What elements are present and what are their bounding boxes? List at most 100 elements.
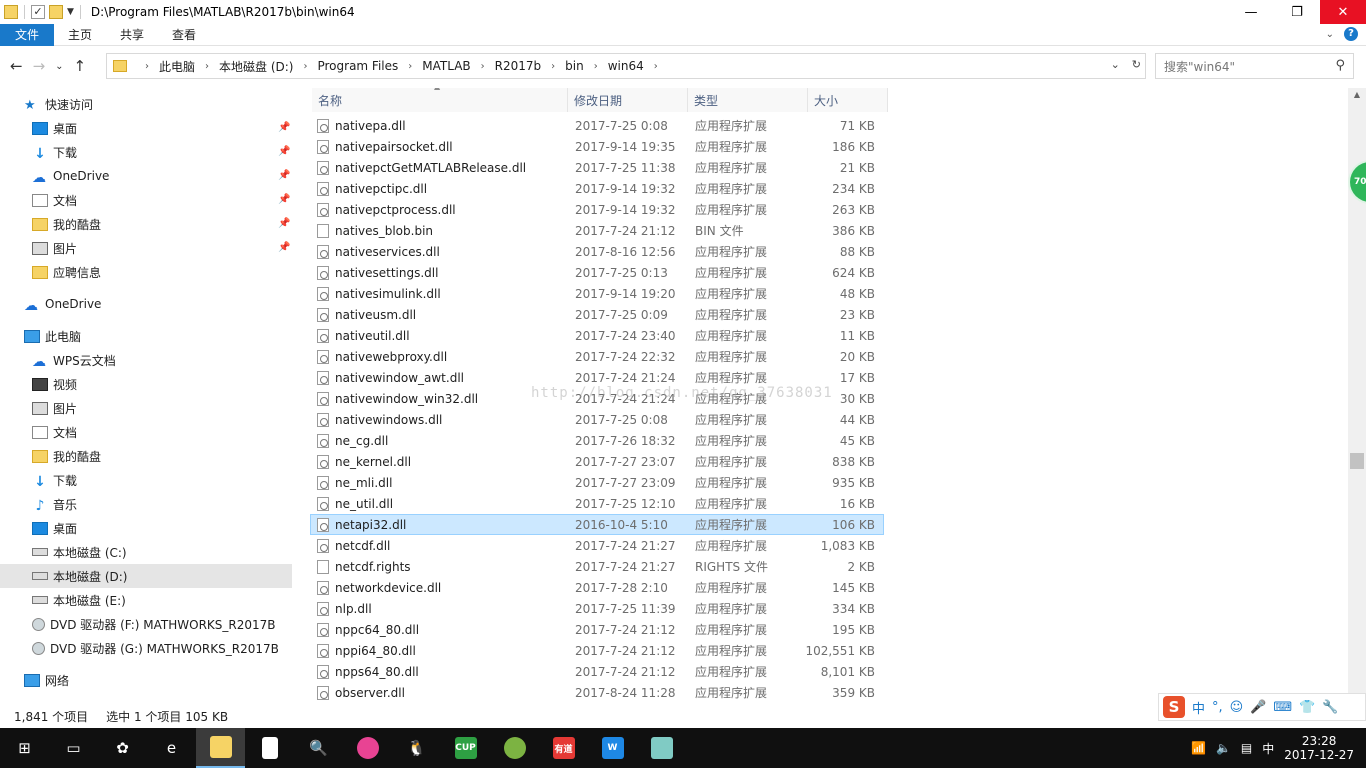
nav-item-desktop[interactable]: 桌面 — [32, 116, 77, 140]
address-bar[interactable]: › 此电脑 › 本地磁盘 (D:) › Program Files › MATL… — [106, 53, 1146, 79]
forward-arrow-icon[interactable]: → — [33, 57, 46, 75]
table-row[interactable]: nativeusm.dll 2017-7-25 0:09 应用程序扩展 23 KB — [310, 304, 884, 325]
table-row[interactable]: nativesettings.dll 2017-7-25 0:13 应用程序扩展 62… — [310, 262, 884, 283]
nav-item-kupan[interactable]: 我的酷盘 — [32, 212, 101, 236]
wps-writer-icon[interactable]: W — [588, 728, 637, 768]
nav-item-pc-downloads[interactable]: ↓ 下载 — [32, 468, 77, 492]
expand-ribbon-icon[interactable]: ⌄ — [1326, 29, 1334, 40]
volume-icon[interactable]: 🔈 — [1216, 741, 1231, 755]
tray-ime[interactable]: 中 — [1262, 740, 1274, 757]
nav-item-pc-documents[interactable]: 文档 — [32, 420, 77, 444]
pin-icon[interactable]: 📌 — [278, 146, 290, 157]
properties-icon[interactable]: ✓ — [31, 5, 45, 19]
tab-share[interactable]: 共享 — [106, 24, 158, 46]
qq-icon[interactable]: 🐧 — [392, 728, 441, 768]
table-row[interactable]: npps64_80.dll 2017-7-24 21:12 应用程序扩展 8,101 … — [310, 661, 884, 682]
nav-item-dvd-f[interactable]: DVD 驱动器 (F:) MATHWORKS_R2017B — [32, 612, 276, 636]
tab-home[interactable]: 主页 — [54, 24, 106, 46]
nav-item-pc-pictures[interactable]: 图片 — [32, 396, 77, 420]
back-arrow-icon[interactable]: ← — [10, 57, 23, 75]
table-row[interactable]: nativepctGetMATLABRelease.dll 2017-7-25 1… — [310, 157, 884, 178]
nav-item-drive-e[interactable]: 本地磁盘 (E:) — [32, 588, 126, 612]
column-name[interactable]: 名称 ▲ — [312, 88, 568, 112]
table-row[interactable]: nppc64_80.dll 2017-7-24 21:12 应用程序扩展 195 KB — [310, 619, 884, 640]
minimize-button[interactable]: — — [1228, 0, 1274, 24]
table-row[interactable]: nativeservices.dll 2017-8-16 12:56 应用程序扩展 8… — [310, 241, 884, 262]
chevron-right-icon[interactable]: › — [594, 61, 598, 72]
table-row[interactable]: ne_cg.dll 2017-7-26 18:32 应用程序扩展 45 KB — [310, 430, 884, 451]
nav-item-pictures[interactable]: 图片 — [32, 236, 77, 260]
nav-item-documents[interactable]: 文档 — [32, 188, 77, 212]
start-button[interactable]: ⊞ — [0, 728, 49, 768]
table-row[interactable]: netcdf.dll 2017-7-24 21:27 应用程序扩展 1,083 KB — [310, 535, 884, 556]
ime-chinese-mode[interactable]: 中 — [1192, 698, 1205, 717]
microphone-icon[interactable]: 🎤 — [1250, 700, 1266, 715]
nav-item-videos[interactable]: 视频 — [32, 372, 77, 396]
nav-onedrive[interactable]: ☁ OneDrive — [24, 292, 101, 316]
table-row[interactable]: nativesimulink.dll 2017-9-14 19:20 应用程序扩展 4… — [310, 283, 884, 304]
table-row[interactable]: nativewebproxy.dll 2017-7-24 22:32 应用程序扩展 2… — [310, 346, 884, 367]
skin-icon[interactable]: 👕 — [1299, 700, 1315, 715]
chevron-right-icon[interactable]: › — [481, 61, 485, 72]
table-row[interactable]: nativepctipc.dll 2017-9-14 19:32 应用程序扩展 234… — [310, 178, 884, 199]
table-row[interactable]: netapi32.dll 2016-10-4 5:10 应用程序扩展 106 KB — [310, 514, 884, 535]
table-row[interactable]: nativepairsocket.dll 2017-9-14 19:35 应用程序扩… — [310, 136, 884, 157]
punctuation-icon[interactable]: °, — [1212, 700, 1223, 715]
wifi-icon[interactable]: 📶 — [1191, 741, 1206, 755]
table-row[interactable]: ne_kernel.dll 2017-7-27 23:07 应用程序扩展 838 KB — [310, 451, 884, 472]
recent-locations-icon[interactable]: ⌄ — [55, 61, 63, 72]
search-app-icon[interactable]: 🔍 — [294, 728, 343, 768]
close-button[interactable]: ✕ — [1320, 0, 1366, 24]
table-row[interactable]: observer.dll 2017-8-24 11:28 应用程序扩展 359 KB — [310, 682, 884, 703]
pin-icon[interactable]: 📌 — [278, 122, 290, 133]
tab-file[interactable]: 文件 — [0, 23, 55, 46]
table-row[interactable]: natives_blob.bin 2017-7-24 21:12 BIN 文件 386… — [310, 220, 884, 241]
crumb-bin[interactable]: bin — [565, 59, 584, 73]
tools-icon[interactable]: 🔧 — [1322, 700, 1338, 715]
clock[interactable]: 23:28 2017-12-27 — [1284, 734, 1354, 762]
color-app-icon[interactable] — [343, 728, 392, 768]
nav-item-pc-desktop[interactable]: 桌面 — [32, 516, 77, 540]
table-row[interactable]: networkdevice.dll 2017-7-28 2:10 应用程序扩展 145… — [310, 577, 884, 598]
pin-icon[interactable]: 📌 — [278, 170, 290, 181]
pin-icon[interactable]: 📌 — [278, 218, 290, 229]
nav-item-dvd-g[interactable]: DVD 驱动器 (G:) MATHWORKS_R2017B — [32, 636, 279, 660]
task-view-icon[interactable]: ▭ — [49, 728, 98, 768]
chevron-right-icon[interactable]: › — [145, 61, 149, 72]
browser-360-icon[interactable] — [490, 728, 539, 768]
pin-icon[interactable]: 📌 — [278, 242, 290, 253]
table-row[interactable]: ne_util.dll 2017-7-25 12:10 应用程序扩展 16 KB — [310, 493, 884, 514]
nav-item-drive-c[interactable]: 本地磁盘 (C:) — [32, 540, 127, 564]
crumb-drive-d[interactable]: 本地磁盘 (D:) — [219, 58, 293, 75]
new-folder-icon[interactable] — [49, 5, 63, 19]
emoji-icon[interactable]: ☺ — [1230, 700, 1244, 715]
column-type[interactable]: 类型 — [688, 88, 808, 112]
table-row[interactable]: nativepctprocess.dll 2017-9-14 19:32 应用程序扩… — [310, 199, 884, 220]
sogou-logo-icon[interactable]: S — [1163, 696, 1185, 718]
tab-view[interactable]: 查看 — [158, 24, 210, 46]
nav-item-job-info[interactable]: 应聘信息 — [32, 260, 101, 284]
crumb-matlab[interactable]: MATLAB — [422, 59, 470, 73]
pin-icon[interactable]: 📌 — [278, 194, 290, 205]
search-input[interactable]: 搜索"win64" ⚲ — [1155, 53, 1354, 79]
table-row[interactable]: netcdf.rights 2017-7-24 21:27 RIGHTS 文件 2 K… — [310, 556, 884, 577]
nav-network[interactable]: 网络 — [24, 668, 69, 692]
nav-item-downloads[interactable]: ↓ 下载 — [32, 140, 77, 164]
youdao-icon[interactable]: 有道 — [539, 728, 588, 768]
scroll-up-icon[interactable]: ▲ — [1348, 88, 1366, 102]
crumb-this-pc[interactable]: 此电脑 — [159, 58, 195, 75]
notepad-icon[interactable] — [245, 728, 294, 768]
table-row[interactable]: nativepa.dll 2017-7-25 0:08 应用程序扩展 71 KB — [310, 115, 884, 136]
maximize-button[interactable]: ❐ — [1274, 0, 1320, 24]
column-date[interactable]: 修改日期 — [568, 88, 688, 112]
keyboard-icon[interactable]: ⌨ — [1273, 700, 1292, 715]
table-row[interactable]: nlp.dll 2017-7-25 11:39 应用程序扩展 334 KB — [310, 598, 884, 619]
table-row[interactable]: nativeutil.dll 2017-7-24 23:40 应用程序扩展 11 KB — [310, 325, 884, 346]
nav-item-wps[interactable]: ☁ WPS云文档 — [32, 348, 116, 372]
crumb-r2017b[interactable]: R2017b — [495, 59, 542, 73]
nav-quick-access[interactable]: ★ 快速访问 — [24, 92, 93, 116]
table-row[interactable]: nppi64_80.dll 2017-7-24 21:12 应用程序扩展 102,55… — [310, 640, 884, 661]
edge-browser-icon[interactable]: e — [147, 728, 196, 768]
address-dropdown-icon[interactable]: ⌄ — [1111, 58, 1120, 71]
nav-item-onedrive-quick[interactable]: ☁ OneDrive — [32, 164, 109, 188]
